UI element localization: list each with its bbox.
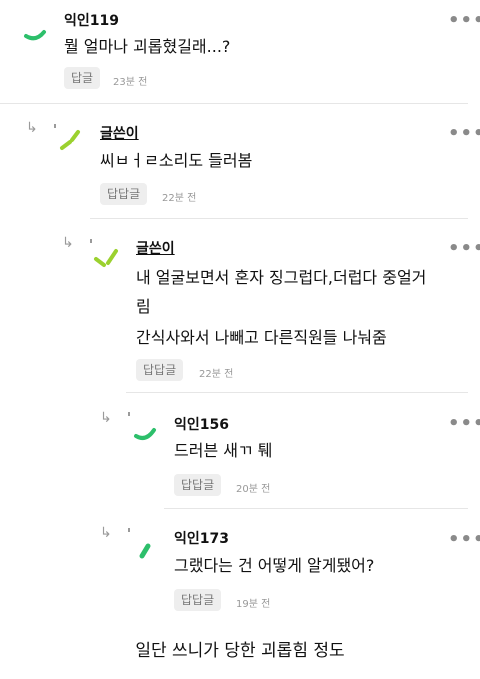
reply-button[interactable]: 답답글 bbox=[174, 474, 222, 496]
avatar-icon bbox=[24, 30, 46, 41]
comment-author[interactable]: 익인173 bbox=[174, 528, 229, 548]
avatar-icon bbox=[90, 239, 118, 267]
comment-time: 20분 전 bbox=[236, 484, 271, 495]
comment-author[interactable]: 글쓴이 bbox=[100, 123, 139, 143]
reply-arrow-icon: ↳ bbox=[62, 235, 74, 251]
avatar-icon bbox=[128, 412, 156, 440]
more-options-icon[interactable]: ••• bbox=[448, 12, 480, 30]
more-options-icon[interactable]: ••• bbox=[448, 125, 480, 143]
more-options-icon[interactable]: ••• bbox=[448, 415, 480, 433]
caption-text: 일단 쓰니가 당한 괴롭힘 정도 bbox=[135, 641, 345, 661]
comment-body: 그랬다는 건 어떻게 알게됐어? bbox=[174, 556, 375, 575]
divider bbox=[126, 392, 468, 393]
divider bbox=[0, 103, 468, 104]
more-options-icon[interactable]: ••• bbox=[448, 240, 480, 258]
comment-time: 22분 전 bbox=[199, 369, 234, 380]
comment-time: 19분 전 bbox=[236, 599, 271, 610]
avatar-icon bbox=[128, 528, 151, 559]
comment-author[interactable]: 익인119 bbox=[64, 10, 119, 30]
comment-body: 뭘 얼마나 괴롭혔길래...? bbox=[64, 37, 231, 56]
more-options-icon[interactable]: ••• bbox=[448, 531, 480, 549]
reply-arrow-icon: ↳ bbox=[100, 525, 112, 541]
comment-body: 씨ㅂㅓㄹ소리도 들러봄 bbox=[100, 151, 253, 170]
comment-body-line: 간식사와서 나빼고 다른직원들 나눠줌 bbox=[136, 328, 387, 347]
divider bbox=[164, 508, 468, 509]
comment-body-line: 내 얼굴보면서 혼자 징그럽다,더럽다 중얼거 bbox=[136, 268, 427, 287]
avatar-icon bbox=[54, 124, 80, 150]
comment-time: 22분 전 bbox=[162, 193, 197, 204]
comment-body: 드러븐 새ㄲ 퉤 bbox=[174, 441, 273, 460]
comment-time: 23분 전 bbox=[113, 77, 148, 88]
comment-author[interactable]: 익인156 bbox=[174, 414, 229, 434]
comment-body-line: 림 bbox=[136, 297, 151, 316]
reply-arrow-icon: ↳ bbox=[26, 120, 38, 136]
reply-button[interactable]: 답답글 bbox=[174, 589, 222, 611]
divider bbox=[90, 218, 468, 219]
comment-author[interactable]: 글쓴이 bbox=[136, 238, 175, 258]
reply-arrow-icon: ↳ bbox=[100, 410, 112, 426]
reply-button[interactable]: 답글 bbox=[64, 67, 101, 89]
reply-button[interactable]: 답답글 bbox=[136, 359, 184, 381]
reply-button[interactable]: 답답글 bbox=[100, 183, 148, 205]
